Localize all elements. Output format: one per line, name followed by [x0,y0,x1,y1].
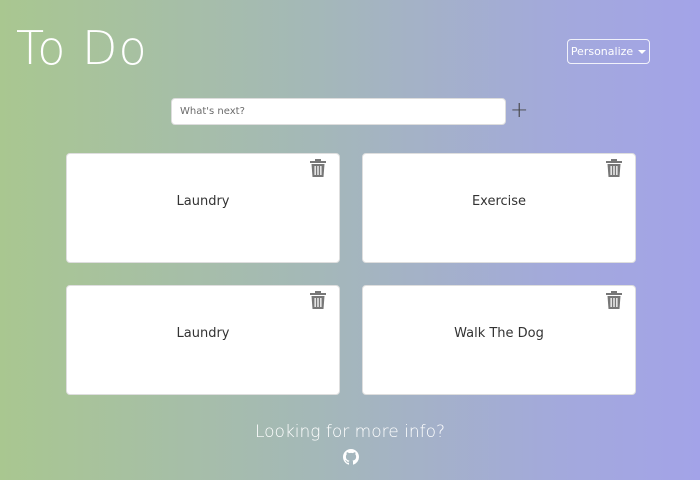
more-info-text: Looking for more info? [254,422,446,442]
trash-icon[interactable] [310,291,326,309]
github-icon[interactable] [343,449,359,465]
trash-icon[interactable] [606,291,622,309]
caret-down-icon [638,49,647,54]
add-task-button[interactable]: + [510,98,528,124]
page-title: To Do [16,21,148,75]
trash-icon[interactable] [606,159,622,177]
personalize-label: Personalize [570,45,634,58]
task-label: Laundry [176,194,230,209]
task-card: Exercise [362,153,636,263]
trash-icon[interactable] [310,159,326,177]
task-card: Laundry [66,285,340,395]
task-label: Exercise [471,194,527,209]
task-card: Walk The Dog [362,285,636,395]
task-card: Laundry [66,153,340,263]
new-task-input[interactable] [171,98,506,125]
personalize-dropdown-button[interactable]: Personalize [567,39,650,64]
task-label: Laundry [176,326,230,341]
task-label: Walk The Dog [454,326,544,341]
